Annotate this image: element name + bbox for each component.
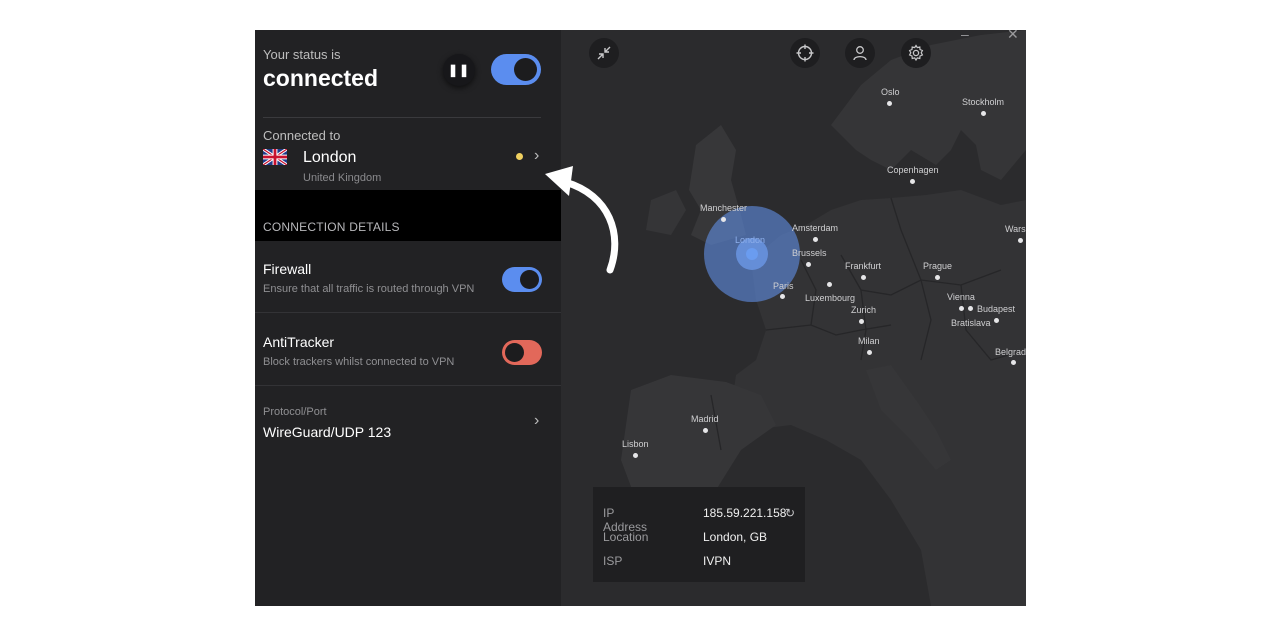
status-label: Your status is — [263, 47, 341, 62]
antitracker-option: AntiTracker Block trackers whilst connec… — [255, 314, 561, 386]
user-icon — [853, 46, 867, 61]
city-marker-stockholm[interactable] — [981, 111, 986, 116]
uk-flag-icon — [263, 149, 287, 165]
protocol-selector[interactable]: Protocol/Port WireGuard/UDP 123 › — [255, 386, 561, 466]
city-label-london: London — [735, 235, 766, 245]
city-marker-bratislava[interactable] — [994, 318, 999, 323]
status-section: Your status is connected ❚❚ — [255, 30, 561, 118]
city-marker-copenhagen[interactable] — [910, 179, 915, 184]
account-button[interactable] — [845, 38, 875, 68]
antitracker-toggle[interactable] — [502, 340, 542, 365]
annotation-arrow-icon — [545, 166, 619, 274]
toggle-knob — [514, 58, 537, 81]
location-value: London, GB — [703, 530, 768, 544]
toggle-knob — [505, 343, 524, 362]
collapse-icon — [597, 46, 611, 60]
city-label-paris: Paris — [773, 281, 794, 291]
crosshair-icon — [796, 44, 814, 62]
server-selector[interactable]: Connected to London United Kingdom › — [255, 118, 561, 190]
city-marker-lisbon[interactable] — [633, 453, 638, 458]
control-panel: Your status is connected ❚❚ Connected to… — [255, 30, 561, 606]
city-label-luxembourg: Luxembourg — [805, 293, 856, 303]
gear-icon — [908, 44, 924, 62]
firewall-title: Firewall — [263, 261, 312, 277]
protocol-label: Protocol/Port — [263, 406, 327, 418]
city-marker-vienna[interactable] — [959, 306, 964, 311]
isp-value: IVPN — [703, 554, 732, 568]
ping-indicator — [516, 153, 523, 160]
pause-icon: ❚❚ — [447, 63, 471, 77]
connection-toggle[interactable] — [491, 54, 541, 85]
city-label-brussels: Brussels — [792, 248, 827, 258]
city-label-zurich: Zurich — [851, 305, 877, 315]
pause-button[interactable]: ❚❚ — [443, 54, 475, 86]
city-label-oslo: Oslo — [881, 87, 900, 97]
city-label-madrid: Madrid — [691, 414, 719, 424]
vpn-app-window: Your status is connected ❚❚ Connected to… — [255, 30, 1026, 606]
minimize-window-icon[interactable]: – — [961, 30, 969, 42]
server-country: United Kingdom — [303, 172, 382, 184]
city-label-belgrade: Belgrad — [995, 347, 1026, 357]
firewall-option: Firewall Ensure that all traffic is rout… — [255, 241, 561, 313]
center-location-button[interactable] — [790, 38, 820, 68]
city-marker-budapest[interactable] — [968, 306, 973, 311]
city-label-warsaw: Wars — [1005, 224, 1026, 234]
city-label-copenhagen: Copenhagen — [887, 165, 939, 175]
current-location-marker[interactable] — [746, 248, 758, 260]
connection-info-box: IP Address 185.59.221.158 ↻ Location Lon… — [593, 487, 805, 582]
refresh-icon[interactable]: ↻ — [785, 506, 795, 520]
city-label-budapest: Budapest — [977, 304, 1016, 314]
city-marker-belgrade[interactable] — [1011, 360, 1016, 365]
firewall-description: Ensure that all traffic is routed throug… — [263, 283, 475, 295]
city-label-lisbon: Lisbon — [622, 439, 649, 449]
city-marker-paris[interactable] — [780, 294, 785, 299]
city-label-vienna: Vienna — [947, 292, 975, 302]
connection-details-heading: CONNECTION DETAILS — [263, 220, 400, 234]
city-label-manchester: Manchester — [700, 203, 748, 213]
collapse-map-button[interactable] — [589, 38, 619, 68]
city-label-bratislava: Bratislava — [951, 318, 991, 328]
antitracker-title: AntiTracker — [263, 334, 335, 350]
status-value: connected — [263, 65, 379, 91]
city-marker-luxembourg[interactable] — [827, 282, 832, 287]
city-marker-milan[interactable] — [867, 350, 872, 355]
city-label-amsterdam: Amsterdam — [792, 223, 839, 233]
city-label-milan: Milan — [858, 336, 880, 346]
connection-details-header: CONNECTION DETAILS — [255, 190, 561, 241]
city-marker-zurich[interactable] — [859, 319, 864, 324]
city-label-frankfurt: Frankfurt — [845, 261, 882, 271]
settings-button[interactable] — [901, 38, 931, 68]
city-marker-warsaw[interactable] — [1018, 238, 1023, 243]
server-city: London — [303, 149, 357, 166]
location-label: Location — [603, 530, 649, 544]
connected-to-label: Connected to — [263, 128, 341, 143]
city-label-prague: Prague — [923, 261, 953, 271]
city-marker-prague[interactable] — [935, 275, 940, 280]
protocol-value: WireGuard/UDP 123 — [263, 424, 392, 440]
city-label-stockholm: Stockholm — [962, 97, 1005, 107]
city-marker-manchester[interactable] — [721, 217, 726, 222]
world-map[interactable]: – ✕ Oslo Stockholm Copenhagen Manchester… — [561, 30, 1026, 606]
city-marker-amsterdam[interactable] — [813, 237, 818, 242]
city-marker-frankfurt[interactable] — [861, 275, 866, 280]
close-window-icon[interactable]: ✕ — [1007, 30, 1019, 43]
ip-address-value: 185.59.221.158 — [703, 506, 787, 520]
city-marker-madrid[interactable] — [703, 428, 708, 433]
city-marker-oslo[interactable] — [887, 101, 892, 106]
isp-label: ISP — [603, 554, 623, 568]
chevron-right-icon: › — [534, 412, 540, 429]
antitracker-description: Block trackers whilst connected to VPN — [263, 356, 455, 368]
city-marker-brussels[interactable] — [806, 262, 811, 267]
